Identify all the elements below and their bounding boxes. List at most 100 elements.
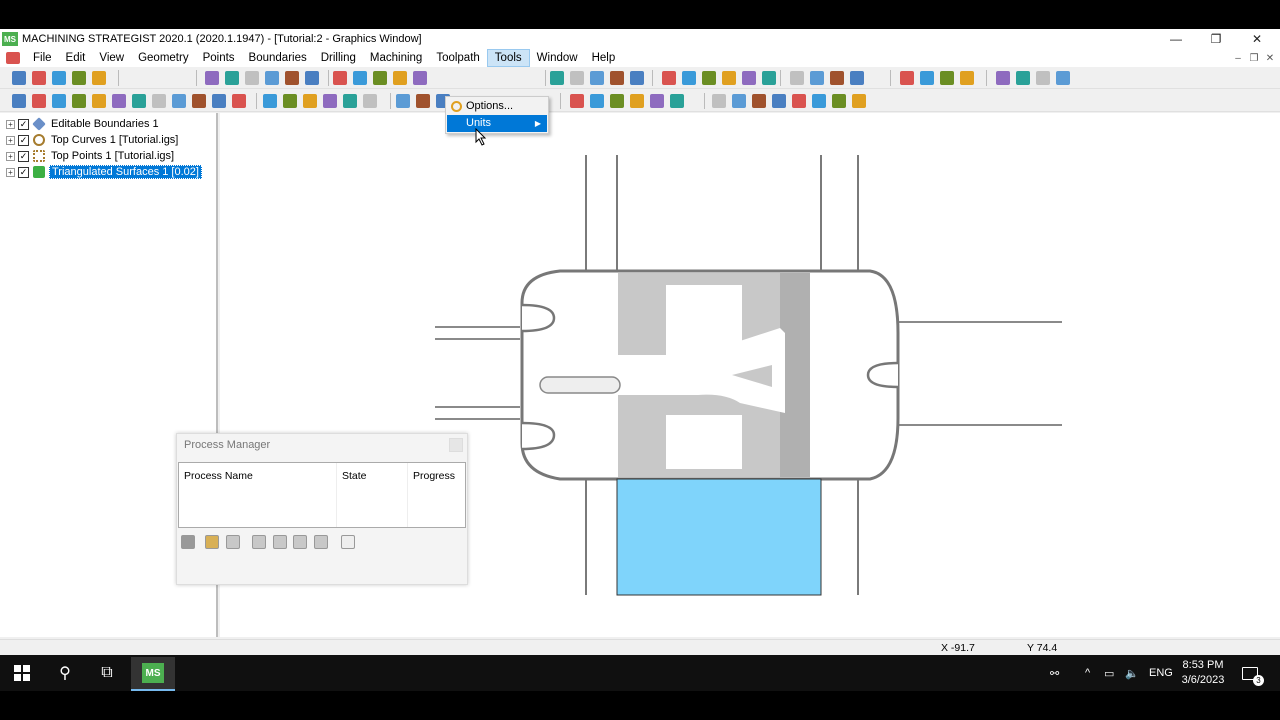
toolbar-button-icon[interactable] [285,71,299,85]
toolbar-button-icon[interactable] [742,71,756,85]
tree-item[interactable]: + ✓ Editable Boundaries 1 [6,116,161,132]
menu-machining[interactable]: Machining [363,49,429,67]
toolbar-button-icon[interactable] [762,71,776,85]
toolbar-button-icon[interactable] [32,94,46,108]
tree-item[interactable]: + ✓ Triangulated Surfaces 1 [0.02] [6,164,202,180]
toolbar-button-icon[interactable] [960,71,974,85]
toolbar-button-icon[interactable] [323,94,337,108]
mdi-minimize-button[interactable]: ‒ [1230,49,1246,67]
taskbar-app-machining-strategist[interactable]: MS [131,657,175,691]
toolbar-button-icon[interactable] [850,71,864,85]
menu-tools[interactable]: Tools [486,49,530,67]
toolbar-button-icon[interactable] [353,71,367,85]
toolbar-button-icon[interactable] [343,94,357,108]
toolbar-button-icon[interactable] [1056,71,1070,85]
menu-drilling[interactable]: Drilling [314,49,363,67]
volume-icon[interactable]: 🔈 [1125,655,1139,691]
expand-icon[interactable]: + [6,167,15,177]
toolbar-button-icon[interactable] [72,71,86,85]
toolbar-button-icon[interactable] [670,94,684,108]
clock[interactable]: 8:53 PM 3/6/2023 [1172,658,1234,688]
toolbar-button-icon[interactable] [810,71,824,85]
menu-geometry[interactable]: Geometry [131,49,196,67]
mdi-restore-button[interactable]: ❐ [1246,49,1262,67]
toolbar-button-icon[interactable] [570,94,584,108]
toolbar-button-icon[interactable] [132,94,146,108]
toolbar-button-icon[interactable] [830,71,844,85]
task-view-icon[interactable]: ⧉ [85,655,129,691]
toolbar-button-icon[interactable] [172,94,186,108]
expand-icon[interactable]: + [6,151,15,161]
restore-button[interactable]: ❐ [1196,29,1236,49]
process-down-icon[interactable] [273,535,287,549]
toolbar-button-icon[interactable] [232,94,246,108]
edit-process-icon[interactable] [226,535,240,549]
toolbar-button-icon[interactable] [590,94,604,108]
toolbar-button-icon[interactable] [205,71,219,85]
person-icon[interactable]: ⚯ [1050,655,1059,691]
close-icon[interactable] [449,438,463,452]
menu-points[interactable]: Points [196,49,242,67]
tree-item[interactable]: + ✓ Top Curves 1 [Tutorial.igs] [6,132,180,148]
chevron-up-icon[interactable]: ^ [1085,655,1090,691]
title-bar[interactable]: MS MACHINING STRATEGIST 2020.1 (2020.1.1… [0,29,1280,49]
pause-process-icon[interactable] [205,535,219,549]
menu-item-units[interactable]: Units ▶ [447,115,547,132]
toolbar-button-icon[interactable] [1016,71,1030,85]
document-icon[interactable] [6,52,20,64]
visibility-checkbox[interactable]: ✓ [18,150,29,162]
network-icon[interactable]: ▭ [1104,655,1114,691]
toolbar-button-icon[interactable] [812,94,826,108]
toolbar-button-icon[interactable] [72,94,86,108]
menu-boundaries[interactable]: Boundaries [242,49,314,67]
language-indicator[interactable]: ENG [1149,655,1173,691]
toolbar-button-icon[interactable] [752,94,766,108]
toolbar-button-icon[interactable] [112,94,126,108]
delete-process-icon[interactable] [181,535,195,549]
tree-item[interactable]: + ✓ Top Points 1 [Tutorial.igs] [6,148,176,164]
toolbar-button-icon[interactable] [413,71,427,85]
toolbar-button-icon[interactable] [732,94,746,108]
visibility-checkbox[interactable]: ✓ [18,134,29,146]
toolbar-button-icon[interactable] [393,71,407,85]
menu-help[interactable]: Help [585,49,623,67]
column-header-state[interactable]: State [337,463,408,527]
toolbar-button-icon[interactable] [832,94,846,108]
toolbar-button-icon[interactable] [225,71,239,85]
toolbar-button-icon[interactable] [722,71,736,85]
minimize-button[interactable]: — [1156,29,1196,49]
toolbar-button-icon[interactable] [303,94,317,108]
toolbar-button-icon[interactable] [682,71,696,85]
menu-window[interactable]: Window [530,49,585,67]
graphics-window[interactable]: Process Manager Process Name State Progr… [176,113,1280,637]
toolbar-button-icon[interactable] [920,71,934,85]
toolbar-button-icon[interactable] [245,71,259,85]
toolbar-button-icon[interactable] [712,94,726,108]
toolbar-button-icon[interactable] [772,94,786,108]
process-manager-panel[interactable]: Process Manager Process Name State Progr… [176,433,468,585]
toolbar-button-icon[interactable] [92,94,106,108]
expand-icon[interactable]: + [6,135,15,145]
toolbar-button-icon[interactable] [52,94,66,108]
process-up-icon[interactable] [252,535,266,549]
menu-item-options[interactable]: Options... [447,98,547,115]
column-header-progress[interactable]: Progress [408,463,465,527]
close-button[interactable]: ✕ [1237,29,1277,49]
toolbar-button-icon[interactable] [52,71,66,85]
toolbar-button-icon[interactable] [416,94,430,108]
toolbar-button-icon[interactable] [12,71,26,85]
toolbar-button-icon[interactable] [996,71,1010,85]
visibility-checkbox[interactable]: ✓ [18,166,29,178]
toolbar-button-icon[interactable] [32,71,46,85]
toolbar-button-icon[interactable] [590,71,604,85]
process-edit-icon[interactable] [293,535,307,549]
toolbar-button-icon[interactable] [570,71,584,85]
toolbar-button-icon[interactable] [363,94,377,108]
toolbar-button-icon[interactable] [900,71,914,85]
mdi-close-button[interactable]: ✕ [1262,49,1278,67]
toolbar-button-icon[interactable] [12,94,26,108]
column-header-process-name[interactable]: Process Name [179,463,337,527]
toolbar-button-icon[interactable] [852,94,866,108]
toolbar-button-icon[interactable] [702,71,716,85]
toolbar-button-icon[interactable] [263,94,277,108]
